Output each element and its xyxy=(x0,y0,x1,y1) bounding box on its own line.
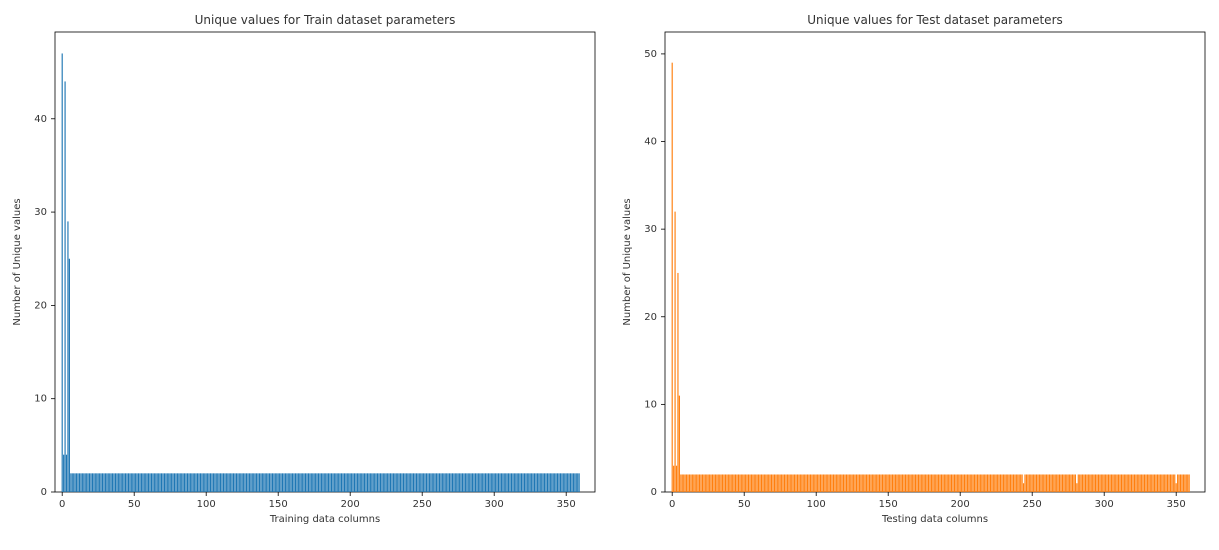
svg-text:100: 100 xyxy=(197,499,216,510)
svg-text:10: 10 xyxy=(34,394,47,405)
svg-text:Number of Unique values: Number of Unique values xyxy=(622,198,633,325)
svg-text:100: 100 xyxy=(807,499,826,510)
svg-text:30: 30 xyxy=(34,207,47,218)
svg-text:350: 350 xyxy=(557,499,576,510)
svg-text:0: 0 xyxy=(59,499,65,510)
svg-text:0: 0 xyxy=(669,499,675,510)
svg-text:250: 250 xyxy=(413,499,432,510)
svg-text:250: 250 xyxy=(1023,499,1042,510)
svg-text:20: 20 xyxy=(644,312,657,323)
chart-title-train: Unique values for Train dataset paramete… xyxy=(55,13,595,27)
svg-text:300: 300 xyxy=(485,499,504,510)
svg-text:Training data columns: Training data columns xyxy=(269,514,380,525)
svg-text:20: 20 xyxy=(34,300,47,311)
svg-text:50: 50 xyxy=(644,49,657,60)
svg-text:150: 150 xyxy=(879,499,898,510)
svg-text:50: 50 xyxy=(128,499,141,510)
svg-text:Testing data columns: Testing data columns xyxy=(881,514,988,525)
svg-text:Number of Unique values: Number of Unique values xyxy=(12,198,23,325)
svg-text:40: 40 xyxy=(34,114,47,125)
svg-text:200: 200 xyxy=(341,499,360,510)
svg-text:50: 50 xyxy=(738,499,751,510)
svg-text:300: 300 xyxy=(1095,499,1114,510)
chart-title-test: Unique values for Test dataset parameter… xyxy=(665,13,1205,27)
svg-text:10: 10 xyxy=(644,399,657,410)
svg-text:350: 350 xyxy=(1167,499,1186,510)
figure: Unique values for Train dataset paramete… xyxy=(0,0,1219,550)
svg-text:30: 30 xyxy=(644,224,657,235)
svg-text:0: 0 xyxy=(651,487,657,498)
subplot-test: Unique values for Test dataset parameter… xyxy=(665,18,1205,518)
svg-text:150: 150 xyxy=(269,499,288,510)
svg-text:200: 200 xyxy=(951,499,970,510)
plot-test: 05010015020025030035001020304050Testing … xyxy=(665,32,1205,492)
subplot-train: Unique values for Train dataset paramete… xyxy=(55,18,595,518)
plot-train: 050100150200250300350010203040Training d… xyxy=(55,32,595,492)
svg-text:0: 0 xyxy=(41,487,47,498)
svg-text:40: 40 xyxy=(644,137,657,148)
